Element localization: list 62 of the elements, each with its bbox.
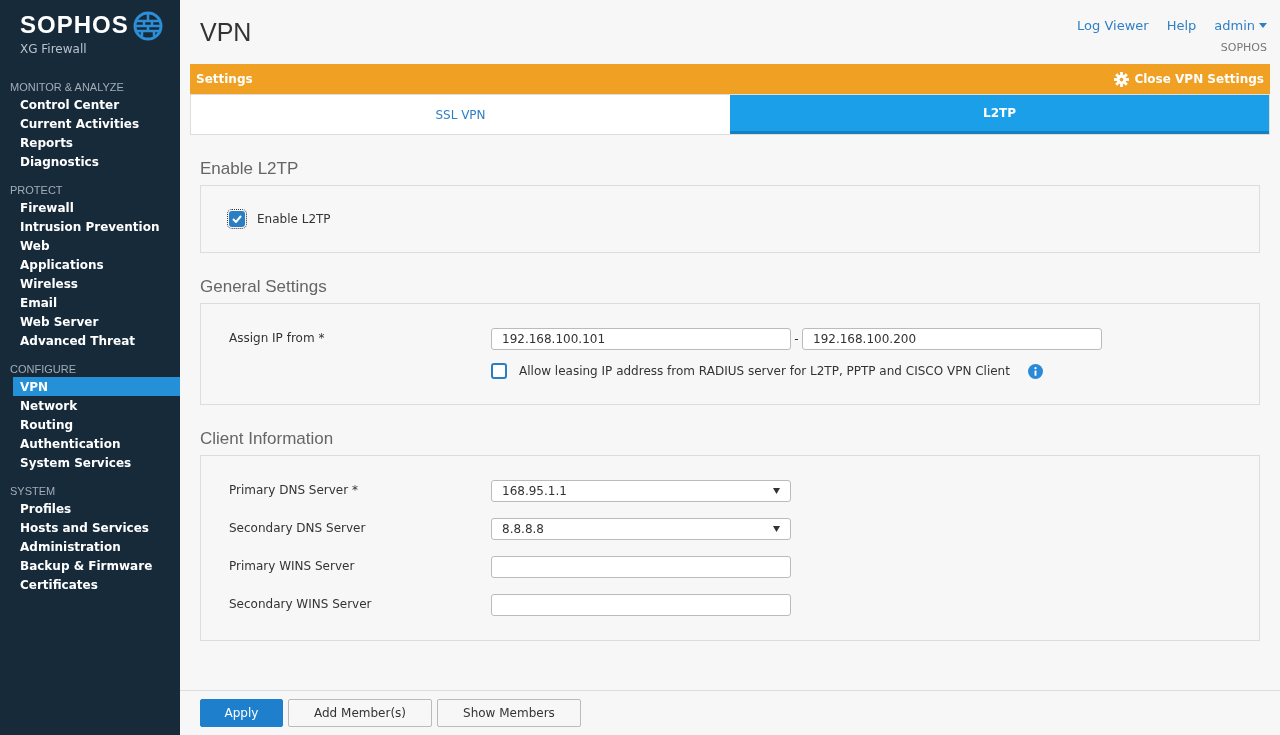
sidebar-item[interactable]: Firewall [13,198,180,217]
settings-title: Settings [196,71,253,88]
field-label: Secondary WINS Server [229,596,373,613]
range-separator: - [793,331,800,348]
checkbox-label: Enable L2TP [257,211,331,228]
sidebar-item[interactable]: Diagnostics [13,152,180,171]
caret-icon [1259,23,1267,29]
sidebar-item[interactable]: Control Center [13,95,180,114]
check-icon [232,215,242,223]
sidebar-item[interactable]: Wireless [13,274,180,293]
action-button[interactable]: Add Member(s) [288,699,433,727]
section-heading: MONITOR & ANALYZE [9,80,125,95]
apply-button[interactable]: Apply [200,699,283,727]
dropdown[interactable]: 8.8.8.8 [491,518,791,540]
sidebar-item[interactable]: Hosts and Services [13,518,180,537]
sidebar-item[interactable]: Network [13,396,180,415]
header-link[interactable]: Help [1166,16,1197,36]
brick-globe-icon [132,11,163,41]
gear-icon [1114,71,1130,87]
info-icon[interactable] [1027,363,1043,379]
user-menu[interactable]: admin [1214,16,1267,36]
section-title: Client Information [200,429,335,449]
section-heading: PROTECT [9,183,64,198]
page-title: VPN [200,17,252,48]
input-field[interactable]: 192.168.100.101 [491,328,791,350]
input-field[interactable]: 192.168.100.200 [802,328,1102,350]
sidebar-item[interactable]: Email [13,293,180,312]
sidebar-item[interactable]: Administration [13,537,180,556]
field-label: Secondary DNS Server [229,520,367,537]
action-button[interactable]: Show Members [437,699,581,727]
sidebar-item[interactable]: Intrusion Prevention [13,217,180,236]
sidebar-item[interactable]: System Services [13,453,180,472]
sidebar-item[interactable]: Authentication [13,434,180,453]
checkbox-label: Allow leasing IP address from RADIUS server for L2TP, PPTP and CISCO VPN Client [519,363,1010,380]
brand-name: SOPHOS [20,10,129,40]
dropdown[interactable]: 168.95.1.1 [491,480,791,502]
section-heading: CONFIGURE [9,362,77,377]
sidebar-item[interactable]: Advanced Threat [13,331,180,350]
sidebar-item[interactable]: Routing [13,415,180,434]
caret-icon [773,488,780,494]
field-label: Assign IP from * [229,330,326,347]
section-title: General Settings [200,277,328,297]
sidebar-item[interactable]: Certificates [13,575,180,594]
checkbox[interactable] [229,211,245,227]
organization-label: SOPHOS [1220,39,1267,56]
section-title: Enable L2TP [200,159,300,179]
field-label: Primary DNS Server * [229,482,359,499]
sidebar-item[interactable]: Backup & Firmware [13,556,180,575]
input-field[interactable] [491,556,791,578]
sidebar-item[interactable]: Web Server [13,312,180,331]
sidebar-item[interactable]: Profiles [13,499,180,518]
sidebar-item[interactable]: Reports [13,133,180,152]
input-field[interactable] [491,594,791,616]
caret-icon [773,526,780,532]
field-label: Primary WINS Server [229,558,356,575]
product-name: XG Firewall [20,41,88,58]
checkbox[interactable] [491,363,507,379]
sidebar-item[interactable]: Web [13,236,180,255]
sidebar-item[interactable]: Applications [13,255,180,274]
section-heading: SYSTEM [9,484,57,499]
sidebar-item[interactable]: Current Activities [13,114,180,133]
header-link[interactable]: Log Viewer [1077,16,1149,36]
